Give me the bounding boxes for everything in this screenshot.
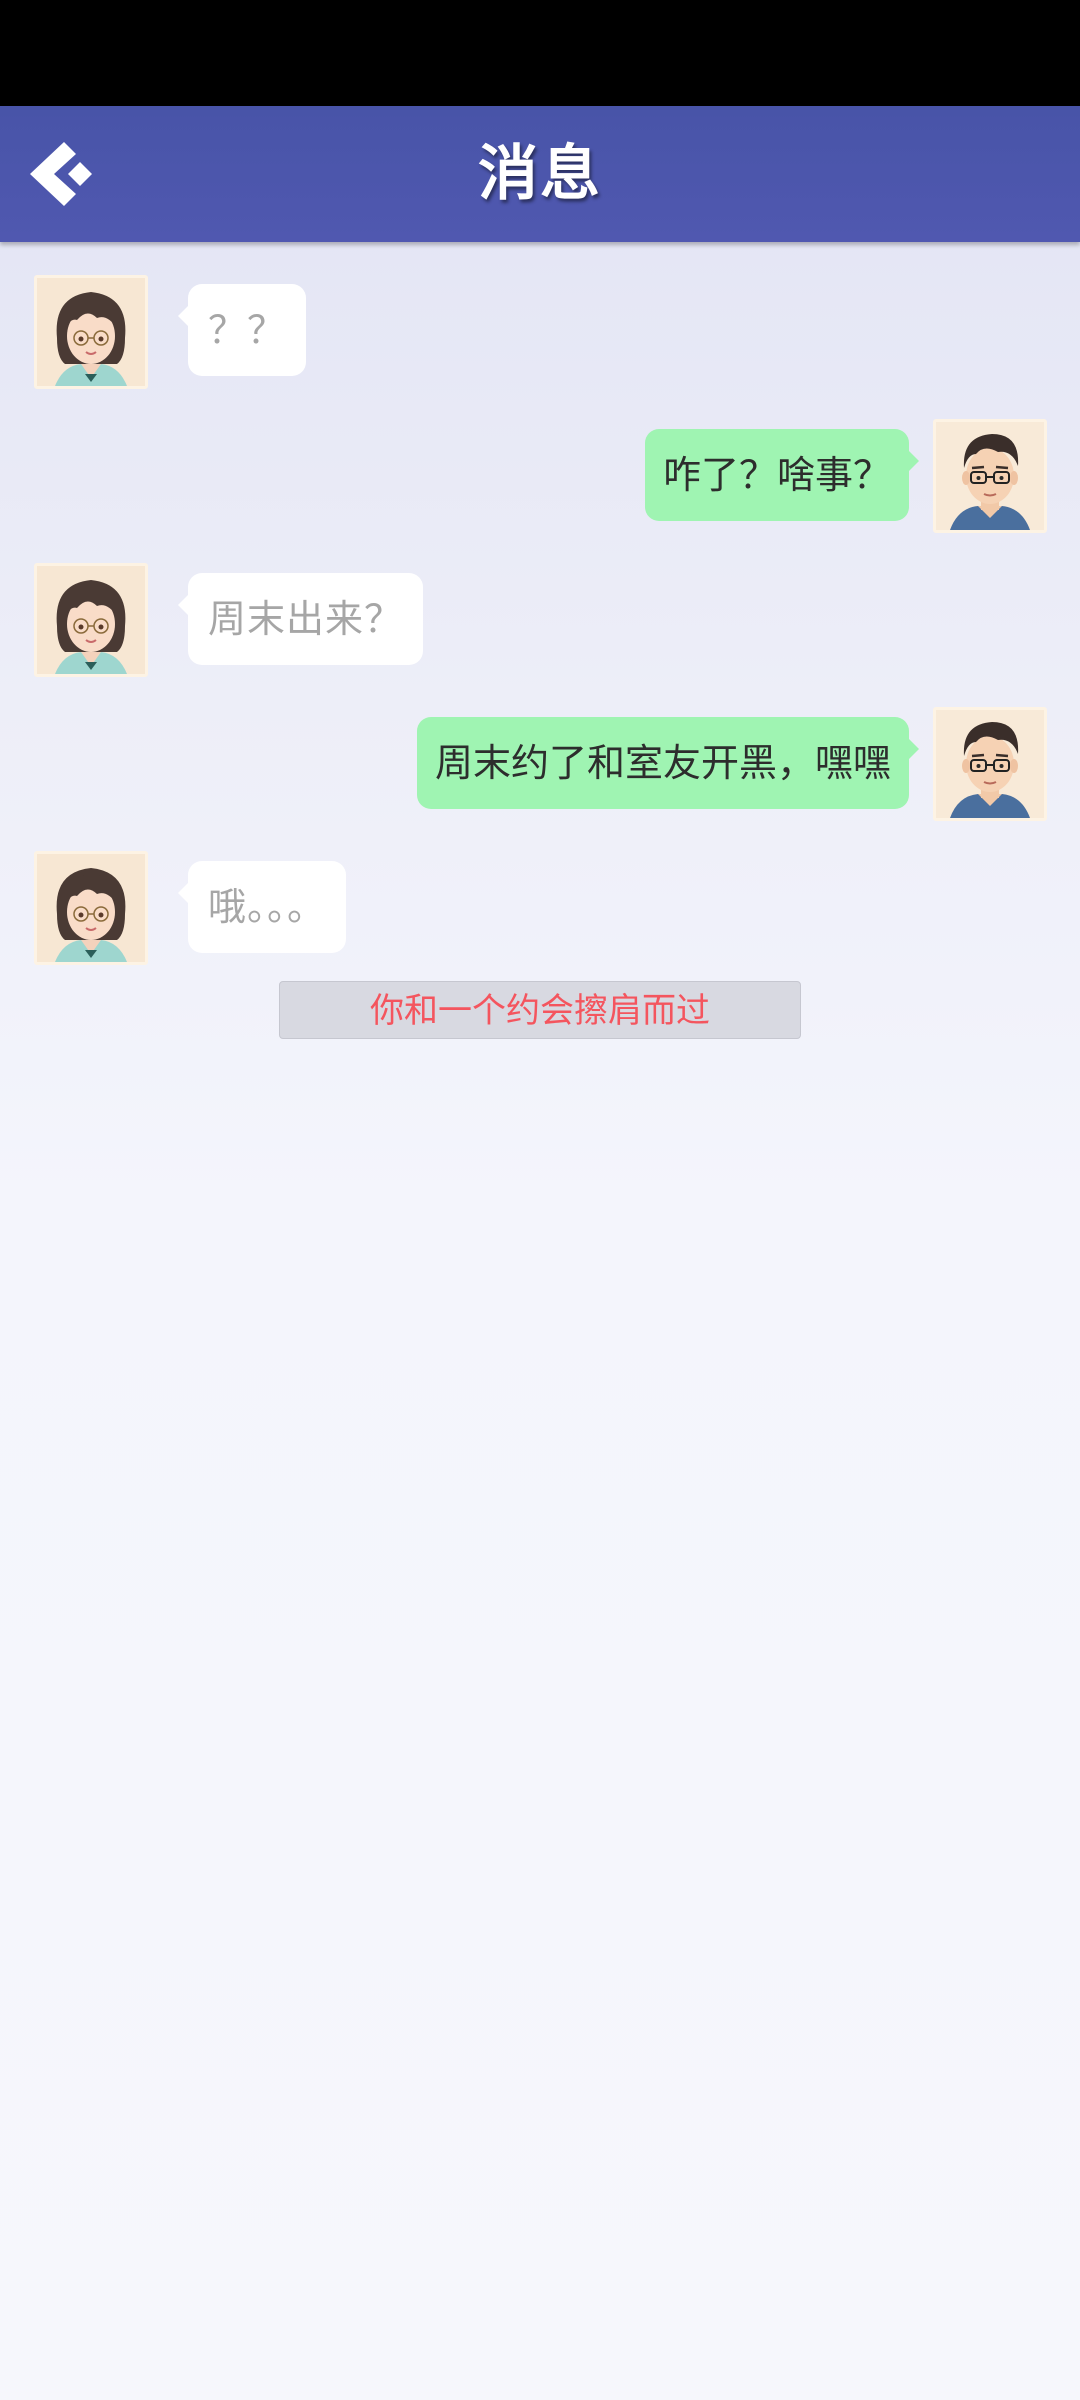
chat-message-outgoing: 周末约了和室友开黑，嘿嘿 xyxy=(416,717,920,809)
chat-message-incoming: 周末出来？ xyxy=(177,573,424,665)
girl-avatar-icon[interactable] xyxy=(34,851,148,965)
system-notice: 你和一个约会擦肩而过 xyxy=(279,981,801,1039)
chat-message-outgoing: 咋了？啥事？ xyxy=(644,429,920,521)
girl-avatar-icon[interactable] xyxy=(34,563,148,677)
chat-message-incoming: ？？ xyxy=(177,284,307,376)
girl-avatar-icon[interactable] xyxy=(34,275,148,389)
app-header: 消息 xyxy=(0,106,1080,242)
status-bar xyxy=(0,0,1080,106)
chat-message-incoming: 哦。。。 xyxy=(177,861,347,953)
boy-avatar-icon[interactable] xyxy=(933,707,1047,821)
page-title: 消息 xyxy=(478,139,602,209)
boy-avatar-icon[interactable] xyxy=(933,419,1047,533)
